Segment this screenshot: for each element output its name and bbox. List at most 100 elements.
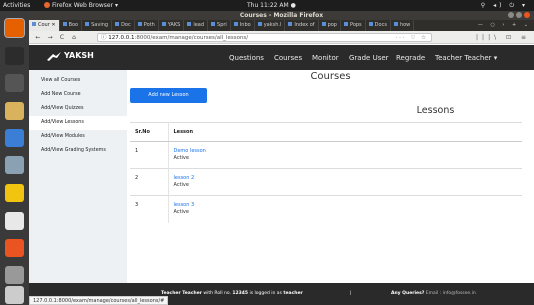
lesson-status: Active bbox=[173, 155, 189, 161]
firefox-icon[interactable] bbox=[4, 18, 25, 38]
sidebar-item-modules[interactable]: Add/View Modules bbox=[29, 130, 127, 144]
sidebar-item-view-all-courses[interactable]: View all Courses bbox=[29, 74, 127, 88]
brand-name[interactable]: YAKSH bbox=[64, 51, 94, 60]
nav-regrade[interactable]: Regrade bbox=[396, 54, 425, 62]
document-viewer-icon[interactable] bbox=[5, 212, 24, 230]
browser-tab[interactable]: Saving bbox=[82, 20, 113, 31]
nav-monitor[interactable]: Monitor bbox=[312, 54, 339, 62]
lesson-link[interactable]: lesson 3 bbox=[174, 202, 523, 208]
tab-strip-controls[interactable]: — ○ › + ⌄ bbox=[478, 20, 531, 31]
desktop: Activities Firefox Web Browser ▾ Thu 11:… bbox=[0, 0, 534, 305]
browser-tab[interactable]: Doc bbox=[112, 20, 135, 31]
roll-number: 12345 bbox=[232, 291, 249, 296]
lessons-table: Sr.No Lesson 1 Demo lesson Active 2 less… bbox=[130, 122, 522, 223]
browser-tab[interactable]: lead bbox=[184, 20, 209, 31]
browser-tab[interactable]: pop bbox=[319, 20, 341, 31]
toolbar-right-icons[interactable]: |||\ ⊡ ≡ bbox=[476, 33, 530, 42]
row-number: 1 bbox=[130, 141, 169, 169]
nav-courses[interactable]: Courses bbox=[274, 54, 302, 62]
browser-tab[interactable]: Docs bbox=[366, 20, 391, 31]
rhythmbox-icon[interactable] bbox=[5, 184, 24, 202]
login-info: Teacher Teacher with Roll no. 12345 is l… bbox=[161, 283, 303, 305]
sidebar-item-grading-systems[interactable]: Add/View Grading Systems bbox=[29, 144, 127, 158]
tab-favicon-icon bbox=[32, 22, 36, 26]
browser-tab[interactable]: yaksh.l bbox=[255, 20, 286, 31]
tab-label: YAKS bbox=[167, 22, 181, 28]
tab-strip: Cour ✕ Boo Saving Doc Poth YAKS lead Spri Inbo ya… bbox=[29, 20, 534, 31]
table-row: 3 lesson 3 Active bbox=[130, 195, 523, 223]
firefox-window: Courses - Mozilla Firefox Cour ✕ Boo Savin… bbox=[29, 11, 534, 305]
back-button[interactable]: ← bbox=[33, 33, 43, 42]
forward-button[interactable]: → bbox=[45, 33, 55, 42]
minimize-icon[interactable] bbox=[508, 12, 514, 18]
queries-label: Any Queries? bbox=[391, 291, 425, 296]
files-video-icon[interactable] bbox=[5, 74, 24, 92]
contact-email[interactable]: Email : info@fossee.in bbox=[424, 291, 476, 296]
url-bar[interactable]: ⓘ 127.0.0.1:8000/exam/manage/courses/all… bbox=[97, 33, 432, 42]
browser-tab[interactable]: Spri bbox=[208, 20, 231, 31]
nav-grade-user[interactable]: Grade User bbox=[349, 54, 389, 62]
navigation-toolbar: ← → C ⌂ ⓘ 127.0.0.1:8000/exam/manage/cou… bbox=[29, 31, 534, 44]
sidebar-item-add-new-course[interactable]: Add New Course bbox=[29, 88, 127, 102]
nav-questions[interactable]: Questions bbox=[229, 54, 264, 62]
add-lesson-button[interactable]: Add new Lesson bbox=[130, 88, 207, 103]
sidebar-item-quizzes[interactable]: Add/View Quizzes bbox=[29, 102, 127, 116]
screenshot-app-icon[interactable] bbox=[5, 156, 24, 174]
reload-button[interactable]: C bbox=[57, 33, 67, 42]
tab-favicon-icon bbox=[115, 22, 120, 26]
tab-favicon-icon bbox=[321, 22, 326, 26]
column-header-lesson: Lesson bbox=[168, 122, 522, 142]
sidebar-item-lessons[interactable]: Add/View Lessons bbox=[29, 116, 127, 130]
terminal-icon[interactable] bbox=[5, 47, 24, 65]
tab-label: Docs bbox=[374, 22, 387, 28]
browser-tab[interactable]: Cour ✕ bbox=[29, 20, 60, 31]
network-icon[interactable] bbox=[5, 266, 24, 284]
tab-favicon-icon bbox=[161, 22, 166, 26]
footer-divider: | bbox=[350, 291, 352, 296]
tab-label: pop bbox=[327, 22, 337, 28]
close-icon[interactable] bbox=[524, 12, 530, 18]
nav-user-menu[interactable]: Teacher Teacher ▾ bbox=[435, 54, 497, 62]
launcher-dock bbox=[0, 11, 29, 305]
show-apps-icon[interactable] bbox=[5, 286, 24, 304]
maximize-icon[interactable] bbox=[516, 12, 522, 18]
tab-favicon-icon bbox=[233, 22, 238, 26]
lesson-cell: Demo lesson Active bbox=[168, 141, 523, 169]
page-action-icons[interactable]: ··· ♡ ☆ bbox=[395, 34, 428, 42]
software-center-icon[interactable] bbox=[5, 239, 24, 257]
main-content: Courses Add new Lesson Lessons Sr.No Les… bbox=[127, 70, 534, 283]
url-host: 127.0.0.1 bbox=[108, 35, 135, 41]
contact-info: Any Queries? Email : info@fossee.in bbox=[391, 283, 476, 305]
browser-tab[interactable]: Index of bbox=[285, 20, 319, 31]
home-button[interactable]: ⌂ bbox=[69, 33, 79, 42]
gnome-top-bar: Activities Firefox Web Browser ▾ Thu 11:… bbox=[0, 0, 534, 11]
lesson-link[interactable]: Demo lesson bbox=[174, 148, 523, 154]
lesson-link[interactable]: lesson 2 bbox=[174, 175, 523, 181]
tab-favicon-icon bbox=[211, 22, 216, 26]
row-number: 3 bbox=[130, 195, 169, 223]
table-row: 2 lesson 2 Active bbox=[130, 168, 523, 196]
text-editor-icon[interactable] bbox=[5, 102, 24, 120]
tab-label: Poth bbox=[143, 22, 155, 28]
system-status-icons[interactable]: ⚲ ◂) ⏻ ▾ bbox=[481, 0, 528, 11]
app-menu[interactable]: Firefox Web Browser ▾ bbox=[44, 0, 118, 11]
browser-tab[interactable]: Inbo bbox=[231, 20, 255, 31]
tab-favicon-icon bbox=[137, 22, 142, 26]
site-info-icon[interactable]: ⓘ bbox=[101, 35, 107, 41]
table-row: 1 Demo lesson Active bbox=[130, 141, 523, 169]
tab-favicon-icon bbox=[257, 22, 262, 26]
browser-tab[interactable]: Boo bbox=[60, 20, 83, 31]
activities-button[interactable]: Activities bbox=[3, 0, 30, 11]
column-header-srno: Sr.No bbox=[130, 122, 169, 142]
lesson-cell: lesson 3 Active bbox=[168, 195, 523, 223]
browser-tab[interactable]: Poth bbox=[135, 20, 159, 31]
browser-tab[interactable]: Pops bbox=[341, 20, 366, 31]
browser-tab[interactable]: how bbox=[391, 20, 415, 31]
tab-label: Pops bbox=[349, 22, 362, 28]
login-text-2: is logged in as bbox=[248, 291, 284, 296]
tab-favicon-icon bbox=[187, 22, 192, 26]
chromium-icon[interactable] bbox=[5, 129, 24, 147]
clock[interactable]: Thu 11:22 AM ● bbox=[247, 0, 296, 11]
user-role: teacher bbox=[283, 291, 303, 296]
browser-tab[interactable]: YAKS bbox=[159, 20, 185, 31]
